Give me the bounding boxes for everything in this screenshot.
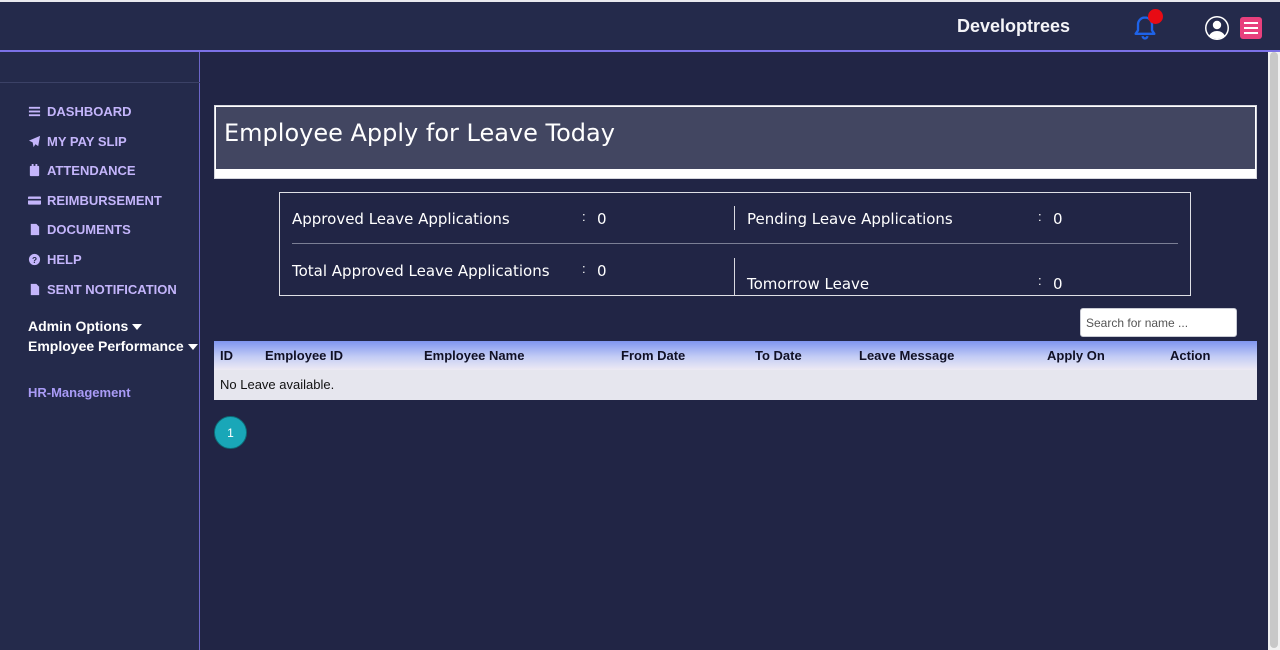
column-header-action[interactable]: Action [1170,348,1210,363]
notification-badge [1148,9,1163,24]
column-header-employee-name[interactable]: Employee Name [424,348,524,363]
stat-divider-vertical [734,258,735,296]
top-navbar: Developtrees [0,0,1280,52]
credit-card-icon [28,195,41,205]
pending-leave-label: Pending Leave Applications [747,210,953,228]
question-circle-icon: ? [28,253,41,265]
pending-leave-value: 0 [1053,210,1063,228]
column-header-id[interactable]: ID [220,348,233,363]
caret-down-icon [187,344,198,351]
sidebar-item-sent-notification[interactable]: SENT NOTIFICATION [28,279,177,299]
search-input[interactable] [1080,308,1237,337]
sidebar-item-documents[interactable]: DOCUMENTS [28,219,131,239]
paper-plane-icon [28,135,41,147]
sidebar-item-label: ATTENDANCE [47,162,136,178]
leave-stats-panel: Approved Leave Applications : 0 Pending … [279,192,1191,296]
page-scrollbar[interactable] [1268,52,1280,650]
stat-separator: : [582,209,586,224]
sidebar-item-label: MY PAY SLIP [47,133,127,149]
sidebar-divider [0,82,200,83]
column-header-apply-on[interactable]: Apply On [1047,348,1105,363]
empty-table-message: No Leave available. [220,377,335,392]
employee-performance-dropdown[interactable]: Employee Performance [28,338,198,354]
admin-options-label: Admin Options [28,318,129,334]
column-header-to-date[interactable]: To Date [755,348,802,363]
total-approved-leave-label: Total Approved Leave Applications [292,262,550,280]
admin-options-dropdown[interactable]: Admin Options [28,318,143,334]
sidebar-item-my-pay-slip[interactable]: MY PAY SLIP [28,131,127,151]
table-header: ID Employee ID Employee Name From Date T… [214,341,1257,370]
title-panel: Employee Apply for Leave Today [214,105,1257,179]
brand-name[interactable]: Developtrees [957,16,1070,37]
scrollbar-thumb[interactable] [1270,52,1278,648]
title-header: Employee Apply for Leave Today [216,107,1255,169]
sidebar-item-hr-management[interactable]: HR-Management [28,385,131,400]
sidebar-item-label: HELP [47,251,82,267]
calendar-icon [29,163,40,176]
user-circle-icon[interactable] [1203,14,1231,42]
approved-leave-label: Approved Leave Applications [292,210,510,228]
file-icon [30,223,40,235]
stat-divider-vertical [734,206,735,230]
file-icon [30,283,40,295]
sidebar: DASHBOARD MY PAY SLIP ATTENDANCE REIMBUR… [0,52,200,650]
caret-down-icon [132,324,143,331]
sidebar-item-label: DOCUMENTS [47,221,131,237]
total-approved-leave-value: 0 [597,262,607,280]
approved-leave-value: 0 [597,210,607,228]
list-icon [28,106,41,116]
sidebar-item-label: SENT NOTIFICATION [47,281,177,297]
page-title: Employee Apply for Leave Today [224,119,615,147]
stat-separator: : [1038,273,1042,288]
sidebar-item-help[interactable]: ? HELP [28,249,82,269]
hamburger-icon[interactable] [1240,17,1262,39]
sidebar-item-dashboard[interactable]: DASHBOARD [28,101,132,121]
stat-separator: : [1038,209,1042,224]
column-header-from-date[interactable]: From Date [621,348,685,363]
sidebar-item-reimbursement[interactable]: REIMBURSEMENT [28,190,162,210]
sidebar-item-attendance[interactable]: ATTENDANCE [28,160,136,180]
stat-separator: : [582,261,586,276]
svg-text:?: ? [32,254,37,264]
sidebar-item-label: DASHBOARD [47,103,132,119]
column-header-leave-message[interactable]: Leave Message [859,348,954,363]
employee-performance-label: Employee Performance [28,338,184,354]
column-header-employee-id[interactable]: Employee ID [265,348,343,363]
stat-divider-horizontal [292,243,1178,244]
pagination-page-button[interactable]: 1 [214,416,247,449]
tomorrow-leave-label: Tomorrow Leave [747,275,870,293]
sidebar-item-label: REIMBURSEMENT [47,192,162,208]
table-row: No Leave available. [214,370,1257,400]
tomorrow-leave-value: 0 [1053,275,1063,293]
